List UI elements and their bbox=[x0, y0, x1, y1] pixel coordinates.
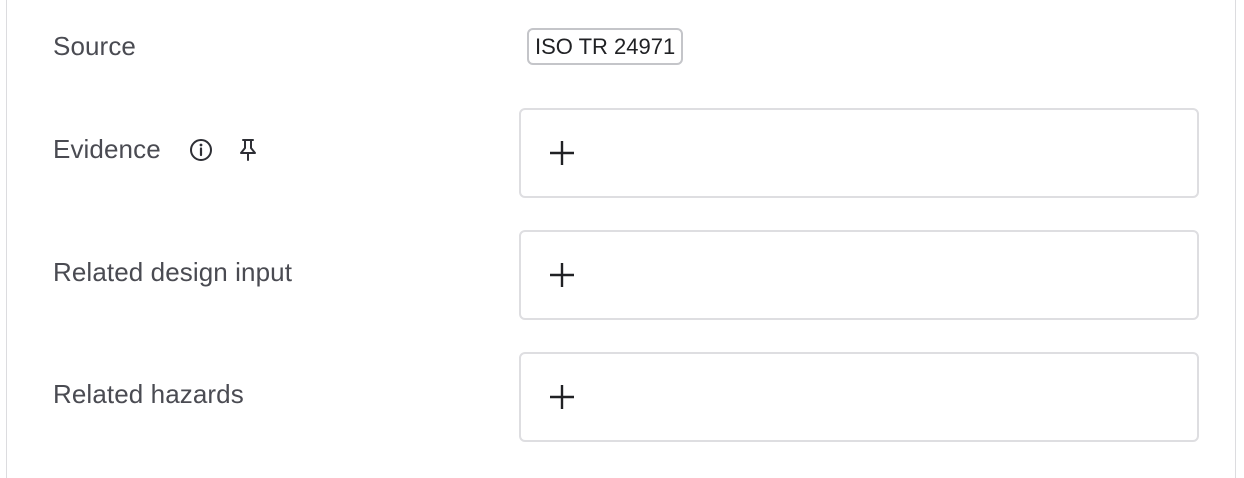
source-label: Source bbox=[53, 31, 136, 61]
related-hazards-label: Related hazards bbox=[53, 379, 244, 409]
related-design-input-add-button[interactable] bbox=[547, 260, 577, 290]
details-panel: Source ISO TR 24971 Evidence Related des… bbox=[6, 0, 1236, 478]
related-hazards-field[interactable] bbox=[519, 352, 1199, 442]
evidence-add-button[interactable] bbox=[547, 138, 577, 168]
evidence-field[interactable] bbox=[519, 108, 1199, 198]
related-design-input-label: Related design input bbox=[53, 257, 293, 287]
source-tag[interactable]: ISO TR 24971 bbox=[527, 28, 684, 65]
evidence-label-row: Evidence bbox=[53, 134, 259, 165]
info-icon[interactable] bbox=[189, 138, 213, 162]
pin-icon[interactable] bbox=[237, 138, 259, 162]
related-hazards-add-button[interactable] bbox=[547, 382, 577, 412]
evidence-label: Evidence bbox=[53, 134, 161, 164]
plus-icon bbox=[550, 263, 574, 287]
plus-icon bbox=[550, 385, 574, 409]
related-design-input-field[interactable] bbox=[519, 230, 1199, 320]
plus-icon bbox=[550, 141, 574, 165]
